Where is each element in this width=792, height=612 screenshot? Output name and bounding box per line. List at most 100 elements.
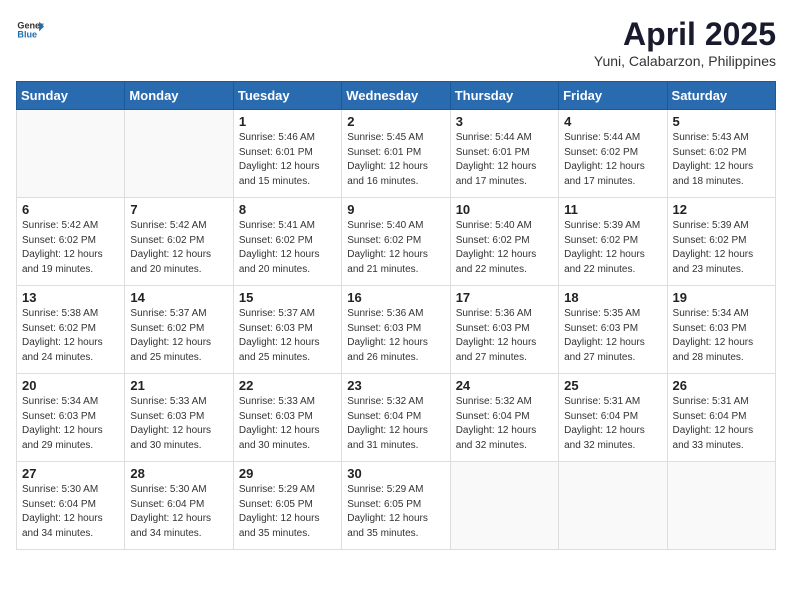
day-info: Sunrise: 5:29 AM Sunset: 6:05 PM Dayligh…: [239, 483, 336, 541]
day-number: 30: [347, 466, 444, 481]
day-info: Sunrise: 5:34 AM Sunset: 6:03 PM Dayligh…: [673, 307, 770, 365]
calendar-table: SundayMondayTuesdayWednesdayThursdayFrid…: [16, 81, 776, 550]
day-number: 12: [673, 202, 770, 217]
day-info: Sunrise: 5:42 AM Sunset: 6:02 PM Dayligh…: [130, 219, 227, 277]
day-info: Sunrise: 5:39 AM Sunset: 6:02 PM Dayligh…: [673, 219, 770, 277]
day-info: Sunrise: 5:33 AM Sunset: 6:03 PM Dayligh…: [130, 395, 227, 453]
day-number: 14: [130, 290, 227, 305]
calendar-cell: [450, 462, 558, 550]
calendar-cell: 7 Sunrise: 5:42 AM Sunset: 6:02 PM Daylig…: [125, 198, 233, 286]
svg-text:Blue: Blue: [17, 30, 37, 40]
day-info: Sunrise: 5:31 AM Sunset: 6:04 PM Dayligh…: [564, 395, 661, 453]
day-number: 2: [347, 114, 444, 129]
location-subtitle: Yuni, Calabarzon, Philippines: [594, 53, 776, 69]
day-info: Sunrise: 5:40 AM Sunset: 6:02 PM Dayligh…: [456, 219, 553, 277]
day-number: 5: [673, 114, 770, 129]
calendar-cell: 26 Sunrise: 5:31 AM Sunset: 6:04 PM Dayli…: [667, 374, 775, 462]
week-row-4: 20 Sunrise: 5:34 AM Sunset: 6:03 PM Dayli…: [17, 374, 776, 462]
day-number: 22: [239, 378, 336, 393]
calendar-cell: 8 Sunrise: 5:41 AM Sunset: 6:02 PM Daylig…: [233, 198, 341, 286]
calendar-cell: 17 Sunrise: 5:36 AM Sunset: 6:03 PM Dayli…: [450, 286, 558, 374]
day-number: 7: [130, 202, 227, 217]
day-info: Sunrise: 5:45 AM Sunset: 6:01 PM Dayligh…: [347, 131, 444, 189]
day-number: 19: [673, 290, 770, 305]
day-number: 17: [456, 290, 553, 305]
calendar-cell: 6 Sunrise: 5:42 AM Sunset: 6:02 PM Daylig…: [17, 198, 125, 286]
weekday-header-row: SundayMondayTuesdayWednesdayThursdayFrid…: [17, 82, 776, 110]
day-info: Sunrise: 5:32 AM Sunset: 6:04 PM Dayligh…: [347, 395, 444, 453]
title-block: April 2025 Yuni, Calabarzon, Philippines: [594, 16, 776, 69]
day-number: 6: [22, 202, 119, 217]
calendar-cell: 5Sunrise: 5:43 AM Sunset: 6:02 PM Daylig…: [667, 110, 775, 198]
day-number: 4: [564, 114, 661, 129]
day-info: Sunrise: 5:36 AM Sunset: 6:03 PM Dayligh…: [347, 307, 444, 365]
day-number: 8: [239, 202, 336, 217]
calendar-cell: 2 Sunrise: 5:45 AM Sunset: 6:01 PM Daylig…: [342, 110, 450, 198]
calendar-cell: 24 Sunrise: 5:32 AM Sunset: 6:04 PM Dayli…: [450, 374, 558, 462]
calendar-cell: 25 Sunrise: 5:31 AM Sunset: 6:04 PM Dayli…: [559, 374, 667, 462]
calendar-cell: [667, 462, 775, 550]
weekday-header-tuesday: Tuesday: [233, 82, 341, 110]
day-number: 28: [130, 466, 227, 481]
week-row-1: 1Sunrise: 5:46 AM Sunset: 6:01 PM Daylig…: [17, 110, 776, 198]
calendar-cell: 12 Sunrise: 5:39 AM Sunset: 6:02 PM Dayli…: [667, 198, 775, 286]
day-info: Sunrise: 5:34 AM Sunset: 6:03 PM Dayligh…: [22, 395, 119, 453]
day-number: 18: [564, 290, 661, 305]
day-number: 9: [347, 202, 444, 217]
calendar-cell: 20 Sunrise: 5:34 AM Sunset: 6:03 PM Dayli…: [17, 374, 125, 462]
day-number: 20: [22, 378, 119, 393]
day-info: Sunrise: 5:35 AM Sunset: 6:03 PM Dayligh…: [564, 307, 661, 365]
calendar-cell: [17, 110, 125, 198]
day-info: Sunrise: 5:31 AM Sunset: 6:04 PM Dayligh…: [673, 395, 770, 453]
day-info: Sunrise: 5:38 AM Sunset: 6:02 PM Dayligh…: [22, 307, 119, 365]
calendar-cell: 16 Sunrise: 5:36 AM Sunset: 6:03 PM Dayli…: [342, 286, 450, 374]
calendar-cell: 11Sunrise: 5:39 AM Sunset: 6:02 PM Dayli…: [559, 198, 667, 286]
day-number: 27: [22, 466, 119, 481]
calendar-cell: 18 Sunrise: 5:35 AM Sunset: 6:03 PM Dayli…: [559, 286, 667, 374]
day-info: Sunrise: 5:33 AM Sunset: 6:03 PM Dayligh…: [239, 395, 336, 453]
week-row-3: 13 Sunrise: 5:38 AM Sunset: 6:02 PM Dayli…: [17, 286, 776, 374]
page-header: General Blue April 2025 Yuni, Calabarzon…: [16, 16, 776, 69]
day-info: Sunrise: 5:30 AM Sunset: 6:04 PM Dayligh…: [130, 483, 227, 541]
day-number: 21: [130, 378, 227, 393]
calendar-cell: 15Sunrise: 5:37 AM Sunset: 6:03 PM Dayli…: [233, 286, 341, 374]
day-info: Sunrise: 5:41 AM Sunset: 6:02 PM Dayligh…: [239, 219, 336, 277]
calendar-cell: 10 Sunrise: 5:40 AM Sunset: 6:02 PM Dayli…: [450, 198, 558, 286]
day-number: 11: [564, 202, 661, 217]
day-number: 1: [239, 114, 336, 129]
logo-icon: General Blue: [16, 16, 44, 44]
day-info: Sunrise: 5:40 AM Sunset: 6:02 PM Dayligh…: [347, 219, 444, 277]
calendar-cell: 27Sunrise: 5:30 AM Sunset: 6:04 PM Dayli…: [17, 462, 125, 550]
weekday-header-monday: Monday: [125, 82, 233, 110]
day-number: 16: [347, 290, 444, 305]
calendar-cell: 1Sunrise: 5:46 AM Sunset: 6:01 PM Daylig…: [233, 110, 341, 198]
calendar-cell: 30Sunrise: 5:29 AM Sunset: 6:05 PM Dayli…: [342, 462, 450, 550]
weekday-header-saturday: Saturday: [667, 82, 775, 110]
day-number: 23: [347, 378, 444, 393]
calendar-cell: 28 Sunrise: 5:30 AM Sunset: 6:04 PM Dayli…: [125, 462, 233, 550]
calendar-cell: 14Sunrise: 5:37 AM Sunset: 6:02 PM Dayli…: [125, 286, 233, 374]
day-info: Sunrise: 5:42 AM Sunset: 6:02 PM Dayligh…: [22, 219, 119, 277]
week-row-5: 27 Sunrise: 5:30 AM Sunset: 6:04 PM Dayli…: [17, 462, 776, 550]
day-number: 24: [456, 378, 553, 393]
logo: General Blue: [16, 16, 44, 44]
weekday-header-friday: Friday: [559, 82, 667, 110]
day-number: 25: [564, 378, 661, 393]
day-number: 3: [456, 114, 553, 129]
calendar-cell: [125, 110, 233, 198]
calendar-cell: [559, 462, 667, 550]
calendar-cell: 19 Sunrise: 5:34 AM Sunset: 6:03 PM Dayli…: [667, 286, 775, 374]
day-number: 26: [673, 378, 770, 393]
weekday-header-thursday: Thursday: [450, 82, 558, 110]
day-number: 13: [22, 290, 119, 305]
day-info: Sunrise: 5:44 AM Sunset: 6:02 PM Dayligh…: [564, 131, 661, 189]
day-number: 29: [239, 466, 336, 481]
calendar-cell: 22 Sunrise: 5:33 AM Sunset: 6:03 PM Dayli…: [233, 374, 341, 462]
day-number: 10: [456, 202, 553, 217]
calendar-cell: 13 Sunrise: 5:38 AM Sunset: 6:02 PM Dayli…: [17, 286, 125, 374]
calendar-cell: 4 Sunrise: 5:44 AM Sunset: 6:02 PM Daylig…: [559, 110, 667, 198]
day-info: Sunrise: 5:32 AM Sunset: 6:04 PM Dayligh…: [456, 395, 553, 453]
calendar-cell: 29 Sunrise: 5:29 AM Sunset: 6:05 PM Dayli…: [233, 462, 341, 550]
week-row-2: 6 Sunrise: 5:42 AM Sunset: 6:02 PM Daylig…: [17, 198, 776, 286]
day-info: Sunrise: 5:36 AM Sunset: 6:03 PM Dayligh…: [456, 307, 553, 365]
